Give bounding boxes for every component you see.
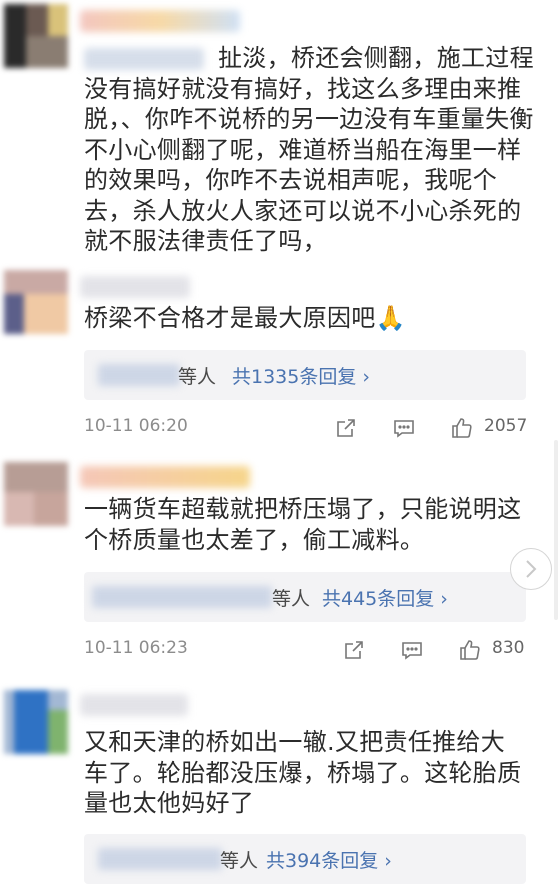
avatar[interactable] — [4, 270, 68, 334]
comment-icon[interactable] — [392, 416, 416, 440]
like-count: 2057 — [484, 416, 528, 436]
reply-users-blur — [98, 848, 222, 870]
comment-item: 扯淡，桥还会侧翻，施工过程没有搞好就没有搞好，找这么多理由来推脱，、你咋不说桥的… — [0, 0, 560, 270]
username[interactable] — [80, 276, 190, 298]
reply-etc-label: 等人 — [220, 850, 259, 872]
comment-meta: 10-11 06:20 2057 — [84, 414, 530, 444]
comment-meta: 10-11 06:23 830 — [84, 636, 530, 666]
scrollbar[interactable] — [554, 440, 558, 620]
chevron-right-icon — [526, 560, 537, 578]
like-count: 830 — [492, 638, 525, 658]
username[interactable] — [80, 694, 188, 716]
comment-time: 10-11 06:23 — [84, 638, 188, 658]
comment-icon[interactable] — [400, 638, 424, 662]
comment-time: 10-11 06:20 — [84, 416, 188, 436]
scroll-button[interactable] — [510, 548, 552, 590]
comment-text: 桥梁不合格才是最大原因吧🙏 — [84, 304, 406, 332]
share-icon[interactable] — [334, 416, 358, 440]
thumbs-up-icon[interactable] — [458, 638, 482, 662]
reply-count-link[interactable]: 共445条回复 › — [322, 584, 448, 611]
reply-users-blur — [98, 364, 180, 386]
comment-text: 一辆货车超载就把桥压塌了，只能说明这个桥质量也太差了，偷工减料。 — [84, 495, 522, 554]
share-icon[interactable] — [342, 638, 366, 662]
reply-etc-label: 等人 — [272, 588, 311, 610]
reply-count-link[interactable]: 共394条回复 › — [266, 846, 392, 873]
comment-text: 又和天津的桥如出一辙.又把责任推给大车了。轮胎都没压爆，桥塌了。这轮胎质量也太他… — [84, 728, 522, 817]
username[interactable] — [80, 10, 240, 32]
username[interactable] — [80, 466, 250, 488]
comment-text: 扯淡，桥还会侧翻，施工过程没有搞好就没有搞好，找这么多理由来推脱，、你咋不说桥的… — [84, 44, 534, 255]
reply-count-link[interactable]: 共1335条回复 › — [232, 362, 370, 389]
comment-item: 又和天津的桥如出一辙.又把责任推给大车了。轮胎都没压爆，桥塌了。这轮胎质量也太他… — [0, 690, 560, 884]
comment-item: 一辆货车超载就把桥压塌了，只能说明这个桥质量也太差了，偷工减料。 等人 共445… — [0, 462, 560, 672]
comment-item: 桥梁不合格才是最大原因吧🙏 等人 共1335条回复 › 10-11 06:20 — [0, 270, 560, 450]
reply-preview[interactable]: 等人 共394条回复 › — [84, 834, 526, 884]
avatar[interactable] — [4, 4, 68, 68]
avatar[interactable] — [4, 690, 68, 754]
reply-preview[interactable]: 等人 共1335条回复 › — [84, 350, 526, 400]
avatar[interactable] — [4, 462, 68, 526]
reply-preview[interactable]: 等人 共445条回复 › — [84, 572, 526, 622]
reply-users-blur — [92, 586, 272, 608]
reply-etc-label: 等人 — [178, 366, 217, 388]
thumbs-up-icon[interactable] — [450, 416, 474, 440]
